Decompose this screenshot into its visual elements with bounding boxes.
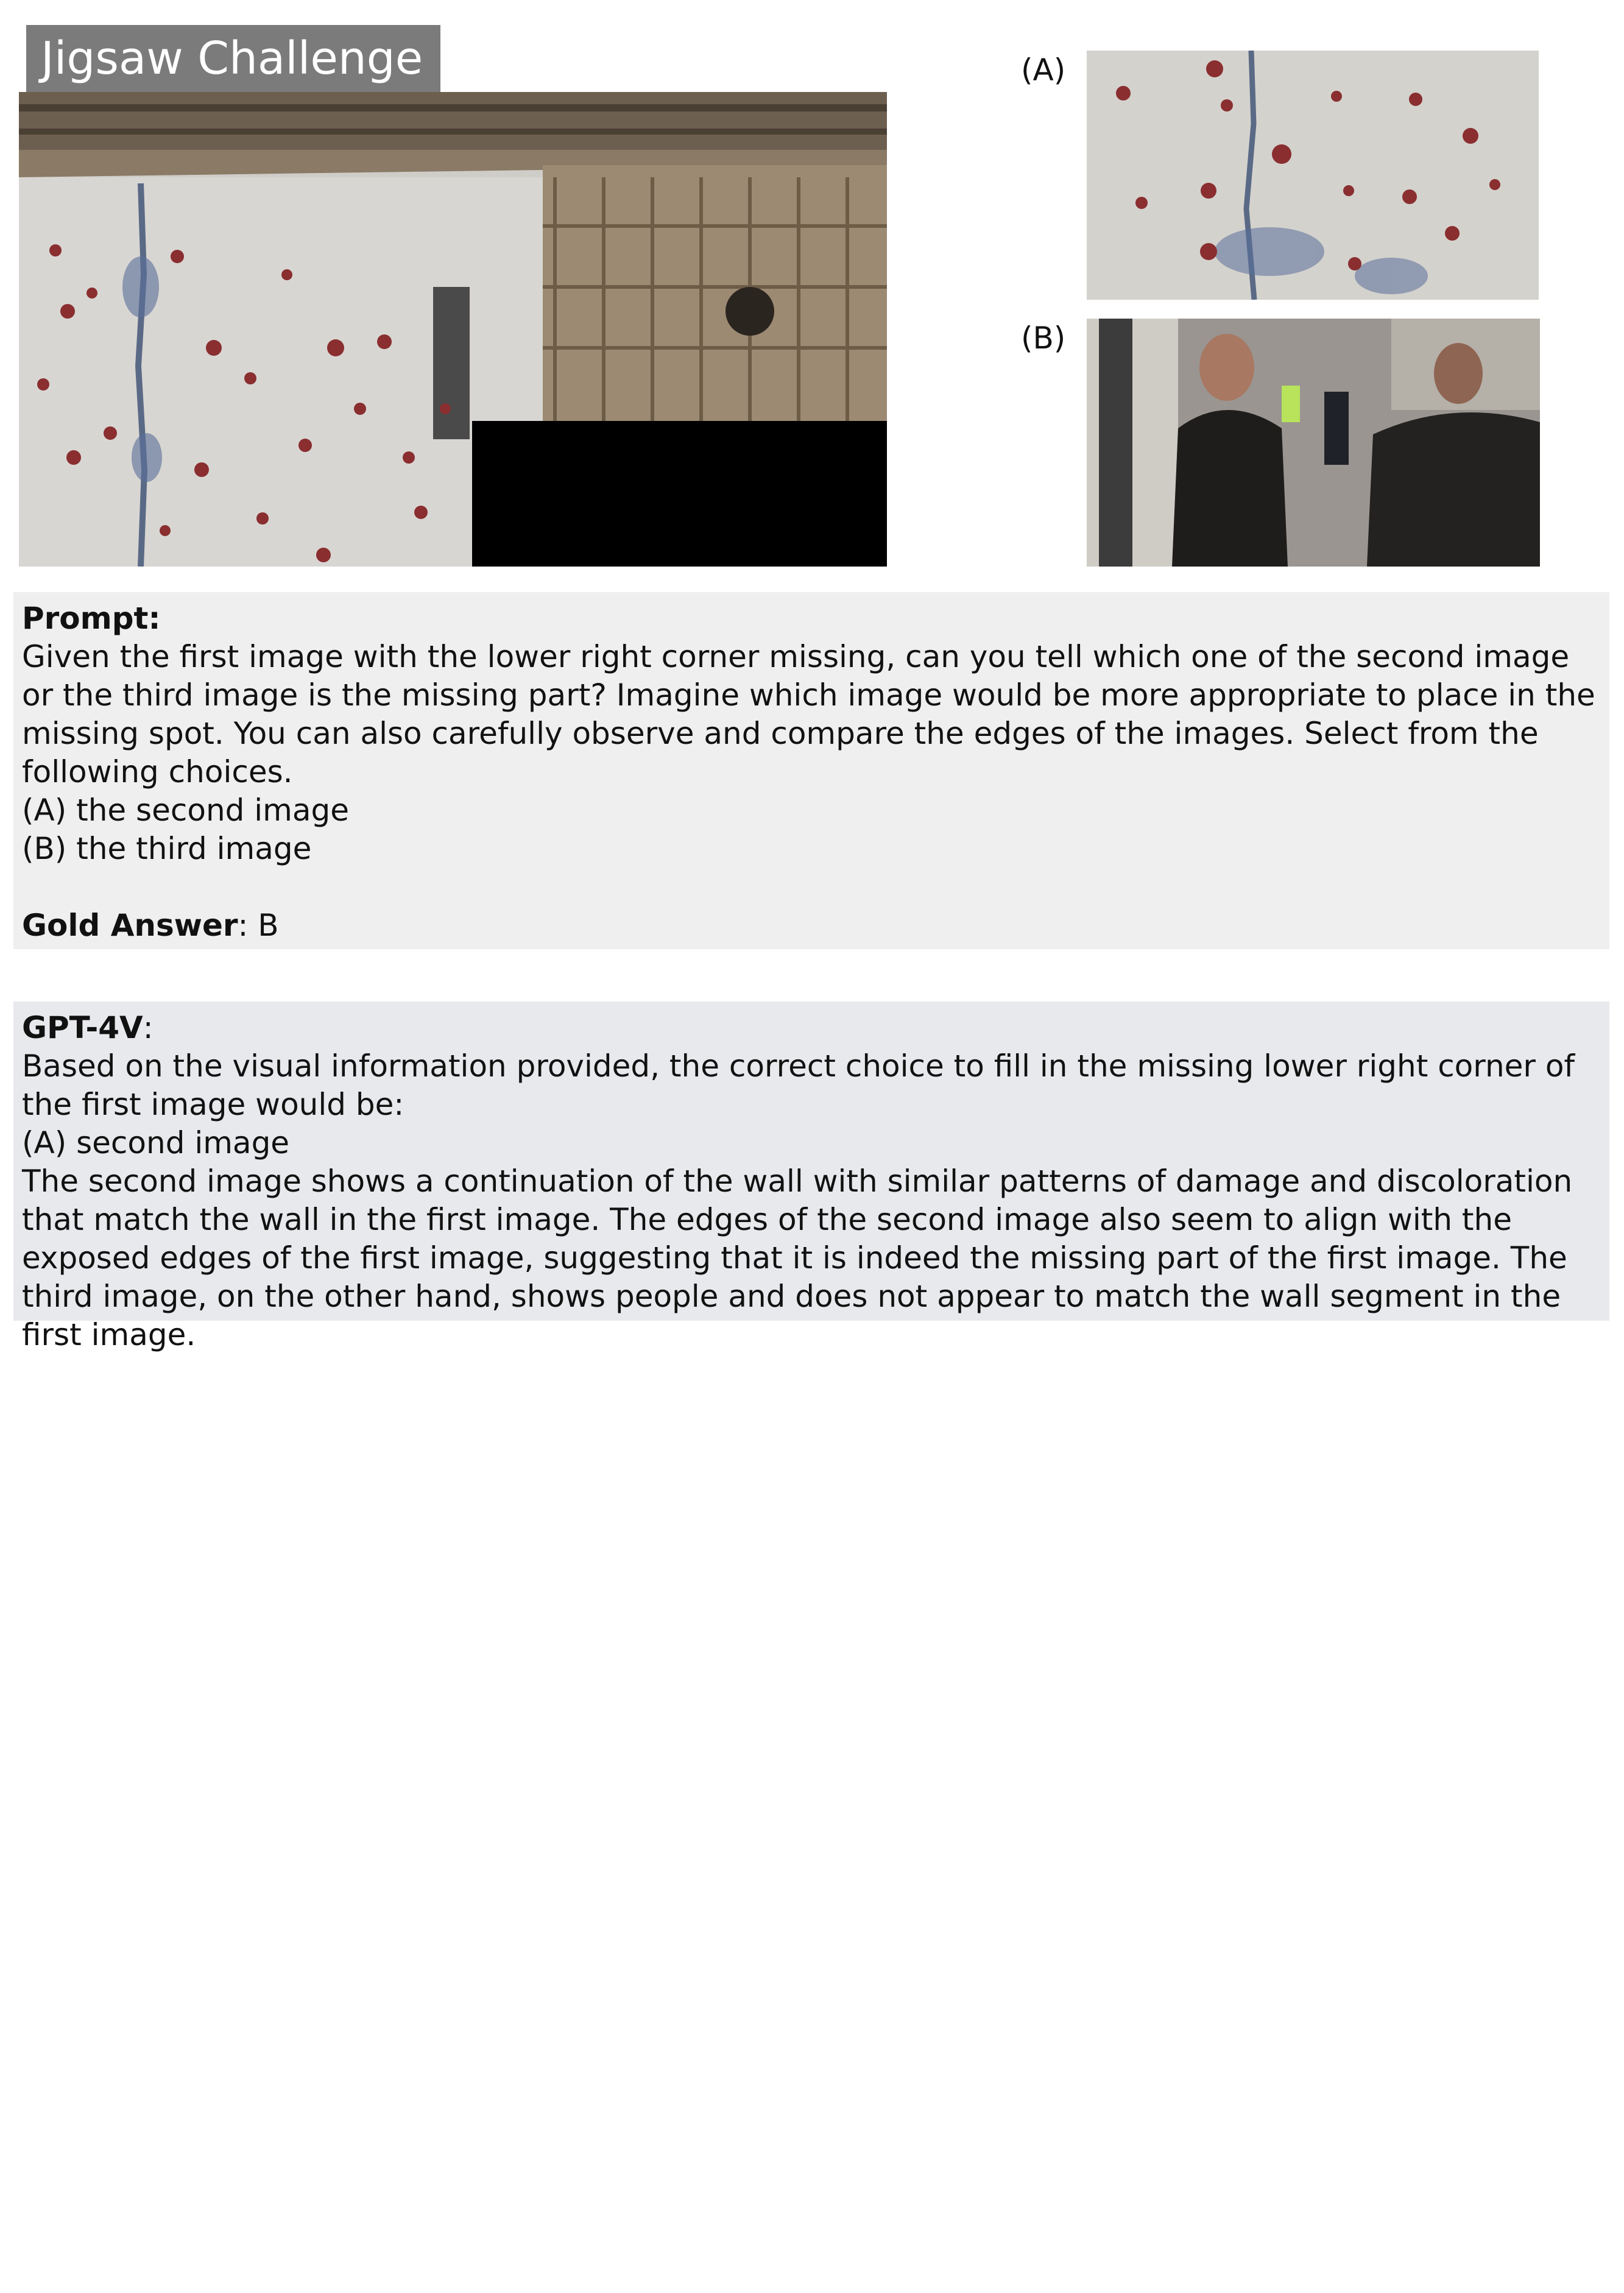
choice-b-label: (B): [1021, 320, 1066, 356]
gold-answer: Gold Answer: B: [22, 906, 1601, 945]
gold-answer-label: Gold Answer: [22, 908, 238, 943]
response-panel: GPT-4V: Based on the visual information …: [13, 1002, 1609, 1352]
prompt-option-b: (B) the third image: [22, 831, 312, 866]
missing-corner: [472, 421, 887, 567]
gold-answer-value: : B: [238, 908, 279, 943]
response-line-1: Based on the visual information provided…: [22, 1048, 1575, 1122]
prompt-text: Given the first image with the lower rig…: [22, 639, 1595, 790]
first-image: [19, 92, 887, 567]
prompt-option-a: (A) the second image: [22, 793, 350, 828]
choice-a-image[interactable]: [1087, 51, 1539, 300]
model-label: GPT-4V: [22, 1010, 143, 1045]
prompt-panel: Prompt: Given the first image with the l…: [13, 592, 1609, 949]
response-line-3: The second image shows a continuation of…: [22, 1164, 1573, 1352]
choice-b-image[interactable]: [1087, 319, 1540, 567]
challenge-title: Jigsaw Challenge: [26, 25, 440, 92]
model-suffix: :: [143, 1010, 154, 1045]
prompt-heading: Prompt:: [22, 601, 161, 636]
choice-a-label: (A): [1021, 52, 1066, 88]
response-heading: GPT-4V:: [22, 1009, 1601, 1047]
response-line-2: (A) second image: [22, 1125, 290, 1161]
